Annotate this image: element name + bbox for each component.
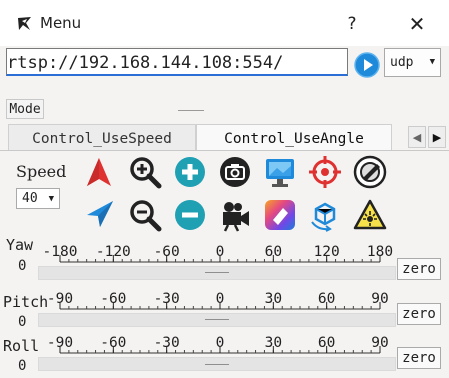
pitch-tick-label: 0 <box>216 291 225 307</box>
roll-tick-label: -60 <box>100 335 126 351</box>
roll-tick-label: -90 <box>47 335 73 351</box>
pitch-tick-label: -90 <box>47 291 73 307</box>
yaw-tick-label: -120 <box>96 244 131 260</box>
pitch-tick-label: -30 <box>154 291 180 307</box>
pitch-tick-label: 30 <box>265 291 282 307</box>
yaw-tick-label: 180 <box>367 244 393 260</box>
roll-tick-label: 90 <box>371 335 388 351</box>
yaw-tick-label: -180 <box>43 244 78 260</box>
roll-tick-label: 0 <box>216 335 225 351</box>
yaw-tick-label: 0 <box>216 244 225 260</box>
yaw-tick-label: -60 <box>154 244 180 260</box>
yaw-tick-label: 120 <box>314 244 340 260</box>
slider-scales: -180 -120 -60 0 60 120 180 -90 -60 -30 0 30 60 90 -90 -… <box>43 244 393 354</box>
pitch-tick-label: 60 <box>318 291 335 307</box>
roll-tick-label: 30 <box>265 335 282 351</box>
pitch-tick-label: -60 <box>100 291 126 307</box>
roll-tick-label: -30 <box>154 335 180 351</box>
roll-tick-label: 60 <box>318 335 335 351</box>
yaw-tick-label: 60 <box>265 244 282 260</box>
pitch-tick-label: 90 <box>371 291 388 307</box>
